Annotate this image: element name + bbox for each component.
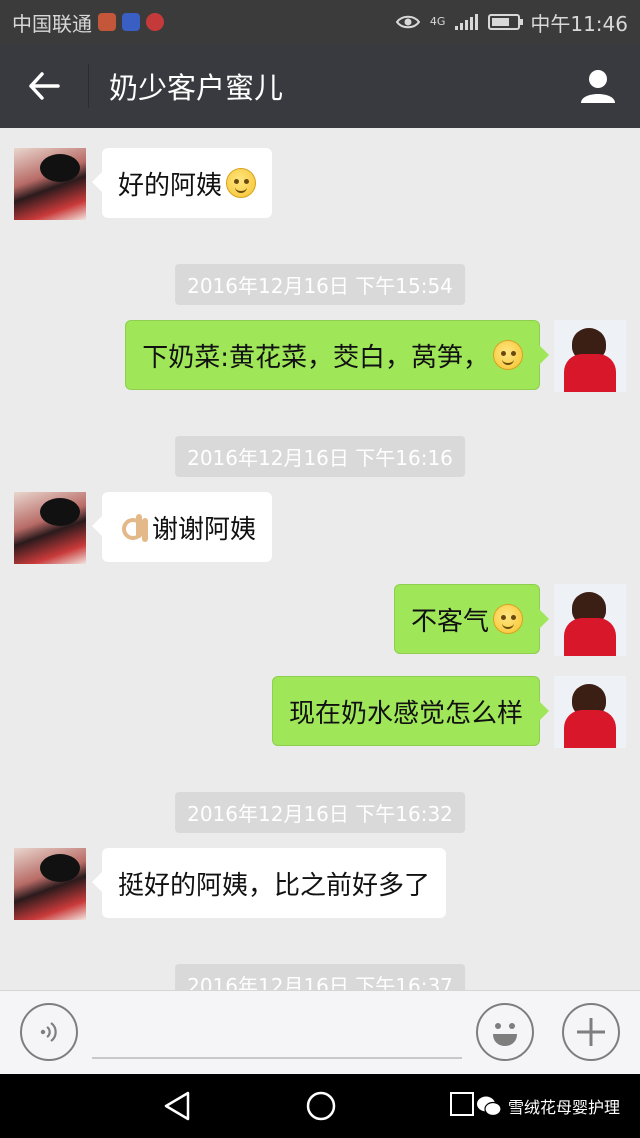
- my-avatar[interactable]: [554, 320, 626, 392]
- eye-icon: [395, 15, 420, 29]
- watermark: 雪绒花母婴护理: [476, 1094, 620, 1118]
- system-nav-bar: 雪绒花母婴护理: [0, 1074, 640, 1138]
- my-avatar[interactable]: [554, 676, 626, 748]
- chat-info-button[interactable]: [556, 44, 640, 128]
- clock: 中午11:46: [530, 11, 628, 36]
- message-bubble[interactable]: 现在奶水感觉怎么样: [271, 676, 550, 746]
- message-text: 下奶菜:黄花菜，茭白，莴笋，: [142, 342, 489, 373]
- voice-button[interactable]: [20, 1003, 78, 1061]
- baidu-paw-icon: [122, 13, 140, 31]
- customer-avatar[interactable]: [14, 848, 86, 920]
- battery-icon: [488, 14, 524, 30]
- voice-icon: [40, 1022, 57, 1042]
- status-bar: 中国联通 4G 中午11:46: [0, 0, 640, 44]
- message-bubble[interactable]: 挺好的阿姨，比之前好多了: [91, 848, 447, 918]
- timestamp: 2016年12月16日 下午16:32: [175, 792, 465, 833]
- watermark-text: 雪绒花母婴护理: [508, 1098, 621, 1117]
- nav-home-icon[interactable]: [305, 1090, 337, 1122]
- customer-avatar[interactable]: [14, 148, 86, 220]
- signal-icon: [455, 14, 479, 30]
- back-arrow-icon: [29, 72, 60, 100]
- message-input[interactable]: [92, 1011, 462, 1059]
- timestamp: 2016年12月16日 下午16:16: [175, 436, 465, 477]
- smiley-face-icon: [493, 1023, 517, 1046]
- smile-emoji-icon: [493, 340, 523, 370]
- header-divider: [88, 64, 89, 108]
- message-bubble[interactable]: 谢谢阿姨: [91, 492, 273, 562]
- ok-hand-emoji-icon: [118, 512, 148, 542]
- back-button[interactable]: [0, 44, 88, 128]
- message-row: 不客气: [0, 584, 640, 656]
- message-row: 现在奶水感觉怎么样: [0, 676, 640, 748]
- timestamp: 2016年12月16日 下午16:37: [175, 964, 465, 990]
- page-title: 奶少客户蜜儿: [109, 71, 284, 105]
- smile-emoji-icon: [226, 168, 257, 198]
- input-bar: [0, 990, 640, 1074]
- nav-back-icon[interactable]: [162, 1090, 192, 1122]
- message-row: 挺好的阿姨，比之前好多了: [0, 848, 640, 920]
- message-bubble[interactable]: 下奶菜:黄花菜，茭白，莴笋，: [125, 320, 549, 390]
- wechat-logo-icon: [477, 1096, 502, 1117]
- message-text: 谢谢阿姨: [152, 514, 257, 545]
- carrier-label: 中国联通: [12, 11, 92, 36]
- message-text: 现在奶水感觉怎么样: [288, 698, 523, 729]
- network-type: 4G: [429, 15, 446, 28]
- message-text: 好的阿姨: [118, 170, 223, 201]
- chat-messages[interactable]: 好的阿姨 2016年12月16日 下午15:54 下奶菜:黄花菜，茭白，莴笋， …: [0, 128, 640, 990]
- nav-recent-apps-icon[interactable]: [450, 1092, 474, 1116]
- message-bubble[interactable]: 好的阿姨: [91, 148, 273, 218]
- more-button[interactable]: [562, 1003, 620, 1061]
- smile-emoji-icon: [493, 604, 523, 634]
- netease-music-icon: [146, 13, 164, 31]
- message-row: 好的阿姨: [0, 148, 640, 220]
- message-text: 不客气: [410, 606, 489, 637]
- message-bubble[interactable]: 不客气: [393, 584, 550, 654]
- weibo-like-icon: [98, 13, 116, 31]
- emoji-button[interactable]: [476, 1003, 534, 1061]
- timestamp: 2016年12月16日 下午15:54: [175, 264, 465, 305]
- customer-avatar[interactable]: [14, 492, 86, 564]
- plus-icon: [577, 1018, 605, 1046]
- message-row: 谢谢阿姨: [0, 492, 640, 564]
- message-text: 挺好的阿姨，比之前好多了: [118, 870, 431, 901]
- my-avatar[interactable]: [554, 584, 626, 656]
- message-row: 下奶菜:黄花菜，茭白，莴笋，: [0, 320, 640, 392]
- person-icon: [581, 70, 615, 103]
- chat-header: 奶少客户蜜儿: [0, 44, 640, 128]
